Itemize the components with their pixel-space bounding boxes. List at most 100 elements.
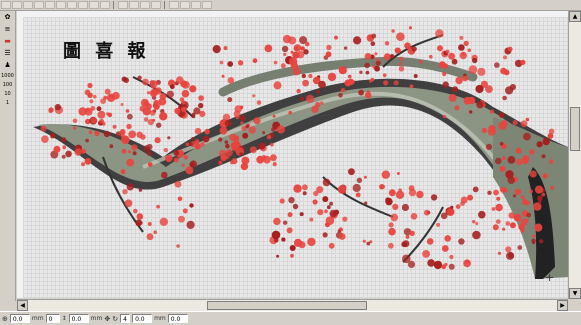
- blossom: [156, 204, 161, 209]
- blossom: [322, 178, 331, 187]
- status-field-x[interactable]: 0.0: [9, 314, 30, 323]
- scroll-down-icon[interactable]: ▼: [569, 288, 581, 299]
- design-canvas[interactable]: 圖 喜 報 +: [23, 17, 568, 298]
- text-icon[interactable]: [151, 1, 161, 9]
- blossom: [302, 184, 308, 191]
- blossom: [89, 99, 94, 104]
- blossom: [248, 126, 256, 134]
- blossom: [433, 260, 443, 270]
- color-swatch-icon[interactable]: ▬: [2, 37, 14, 46]
- blossom: [526, 212, 532, 218]
- blossom: [297, 50, 305, 59]
- blossom: [500, 186, 507, 193]
- layers-icon[interactable]: ☰: [2, 49, 14, 58]
- blossom: [370, 41, 376, 46]
- blossom: [512, 119, 518, 126]
- scroll-up-icon[interactable]: ▲: [569, 11, 581, 22]
- status-field-height[interactable]: 0.0: [68, 314, 89, 323]
- blossom: [296, 88, 301, 94]
- blossom: [264, 44, 273, 53]
- blossom: [472, 186, 479, 193]
- status-field-y[interactable]: 0: [45, 314, 60, 323]
- status-field-angle[interactable]: 0.0: [132, 314, 153, 323]
- blossom: [503, 55, 507, 60]
- color-icon[interactable]: [191, 1, 201, 9]
- scroll-right-icon[interactable]: ▶: [557, 300, 568, 311]
- measure-icon[interactable]: [202, 1, 212, 9]
- copy-icon[interactable]: [56, 1, 66, 9]
- pointer-icon[interactable]: [169, 1, 179, 9]
- status-field-count[interactable]: 4: [120, 314, 131, 323]
- undo-icon[interactable]: [78, 1, 88, 9]
- blossom: [84, 158, 92, 165]
- rotate-icon[interactable]: ↻: [112, 315, 118, 323]
- blossom: [496, 196, 501, 201]
- stitch-icon[interactable]: ≡: [2, 25, 14, 34]
- flower-icon[interactable]: ✿: [2, 13, 14, 22]
- blossom: [253, 117, 261, 125]
- figure-icon[interactable]: ♟: [2, 61, 14, 70]
- blossom: [48, 109, 53, 114]
- scale-label-10[interactable]: 10: [4, 91, 10, 97]
- scroll-left-icon[interactable]: ◀: [17, 300, 28, 311]
- blossom: [376, 58, 380, 62]
- blossom: [455, 76, 463, 85]
- blossom: [191, 114, 196, 119]
- blossom: [126, 123, 132, 130]
- blossom: [174, 107, 181, 115]
- zoom-icon[interactable]: [100, 1, 110, 9]
- blossom: [549, 159, 554, 164]
- horizontal-scroll-thumb[interactable]: [207, 301, 367, 310]
- blossom: [153, 230, 157, 234]
- blossom: [364, 53, 372, 60]
- blossom: [126, 158, 135, 167]
- blossom: [74, 148, 82, 156]
- blossom: [151, 88, 158, 96]
- blossom: [531, 241, 536, 245]
- blossom: [53, 145, 61, 153]
- blossom: [442, 115, 447, 119]
- blossom: [202, 135, 210, 143]
- cut-icon[interactable]: [45, 1, 55, 9]
- blossom: [324, 222, 330, 228]
- blossom: [299, 212, 304, 217]
- open-icon[interactable]: [12, 1, 22, 9]
- save-icon[interactable]: [23, 1, 33, 9]
- new-file-icon[interactable]: [1, 1, 11, 9]
- scale-label-100[interactable]: 100: [3, 82, 13, 88]
- print-icon[interactable]: [34, 1, 44, 9]
- blossom: [370, 77, 375, 82]
- blossom: [472, 230, 481, 240]
- pencil-icon[interactable]: [129, 1, 139, 9]
- blossom: [383, 80, 389, 86]
- blossom: [227, 77, 235, 84]
- blossom: [304, 41, 310, 47]
- scale-label-1[interactable]: 1: [6, 100, 9, 106]
- blossom: [365, 70, 370, 75]
- blossom: [355, 192, 361, 198]
- vertical-scroll-thumb[interactable]: [570, 107, 580, 151]
- paste-icon[interactable]: [67, 1, 77, 9]
- blossom: [316, 89, 321, 94]
- blossom: [547, 133, 554, 139]
- scale-label-1000[interactable]: 1000: [1, 73, 14, 79]
- redo-icon[interactable]: [89, 1, 99, 9]
- blossom: [347, 78, 355, 86]
- select-icon[interactable]: [118, 1, 128, 9]
- blossom: [147, 162, 153, 167]
- move-icon[interactable]: ✥: [104, 315, 110, 323]
- blossom: [185, 166, 194, 175]
- grid-icon[interactable]: [180, 1, 190, 9]
- blossom: [136, 213, 144, 220]
- blossom: [467, 194, 474, 201]
- blossom: [325, 51, 332, 58]
- blossom: [348, 168, 355, 176]
- blossom: [239, 152, 244, 157]
- horizontal-scrollbar[interactable]: ◀ ▶: [17, 299, 568, 311]
- vertical-scrollbar[interactable]: ▲ ▼: [568, 11, 581, 299]
- blossom: [411, 46, 417, 52]
- status-field-scale[interactable]: 0.0: [167, 314, 188, 323]
- blossom: [366, 241, 371, 246]
- blossom: [121, 135, 130, 144]
- fill-icon[interactable]: [140, 1, 150, 9]
